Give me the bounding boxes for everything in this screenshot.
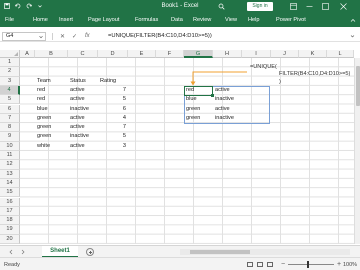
horizontal-scrollbar[interactable] — [180, 249, 350, 255]
page-break-view-icon[interactable] — [267, 262, 273, 267]
status-bar: Ready − + 100% — [0, 257, 360, 270]
next-sheet-icon[interactable] — [20, 249, 26, 255]
annotation-line: ) — [279, 78, 281, 85]
sheet-tab-bar: Sheet1 — [0, 245, 360, 258]
zoom-level[interactable]: 100% — [343, 262, 357, 268]
status-text: Ready — [4, 262, 20, 268]
zoom-slider-thumb[interactable] — [307, 261, 309, 268]
page-layout-view-icon[interactable] — [257, 262, 263, 267]
callout-arrow — [190, 71, 247, 86]
annotation-line: FILTER(B4:C10,D4:D10>=5) — [279, 71, 351, 78]
scrollbar-thumb[interactable] — [190, 250, 250, 254]
vertical-scrollbar[interactable] — [354, 58, 360, 244]
add-sheet-icon[interactable] — [86, 248, 94, 256]
scrollbar-thumb[interactable] — [356, 66, 360, 106]
normal-view-icon[interactable] — [247, 262, 253, 267]
annotation-line: =UNIQUE( — [250, 64, 277, 70]
zoom-out-button[interactable]: − — [281, 261, 285, 268]
formula-annotation: =UNIQUE( FILTER(B4:C10,D4:D10>=5) ) — [250, 64, 350, 86]
zoom-in-button[interactable]: + — [337, 261, 341, 268]
zoom-slider[interactable] — [288, 264, 334, 265]
previous-sheet-icon[interactable] — [8, 249, 14, 255]
